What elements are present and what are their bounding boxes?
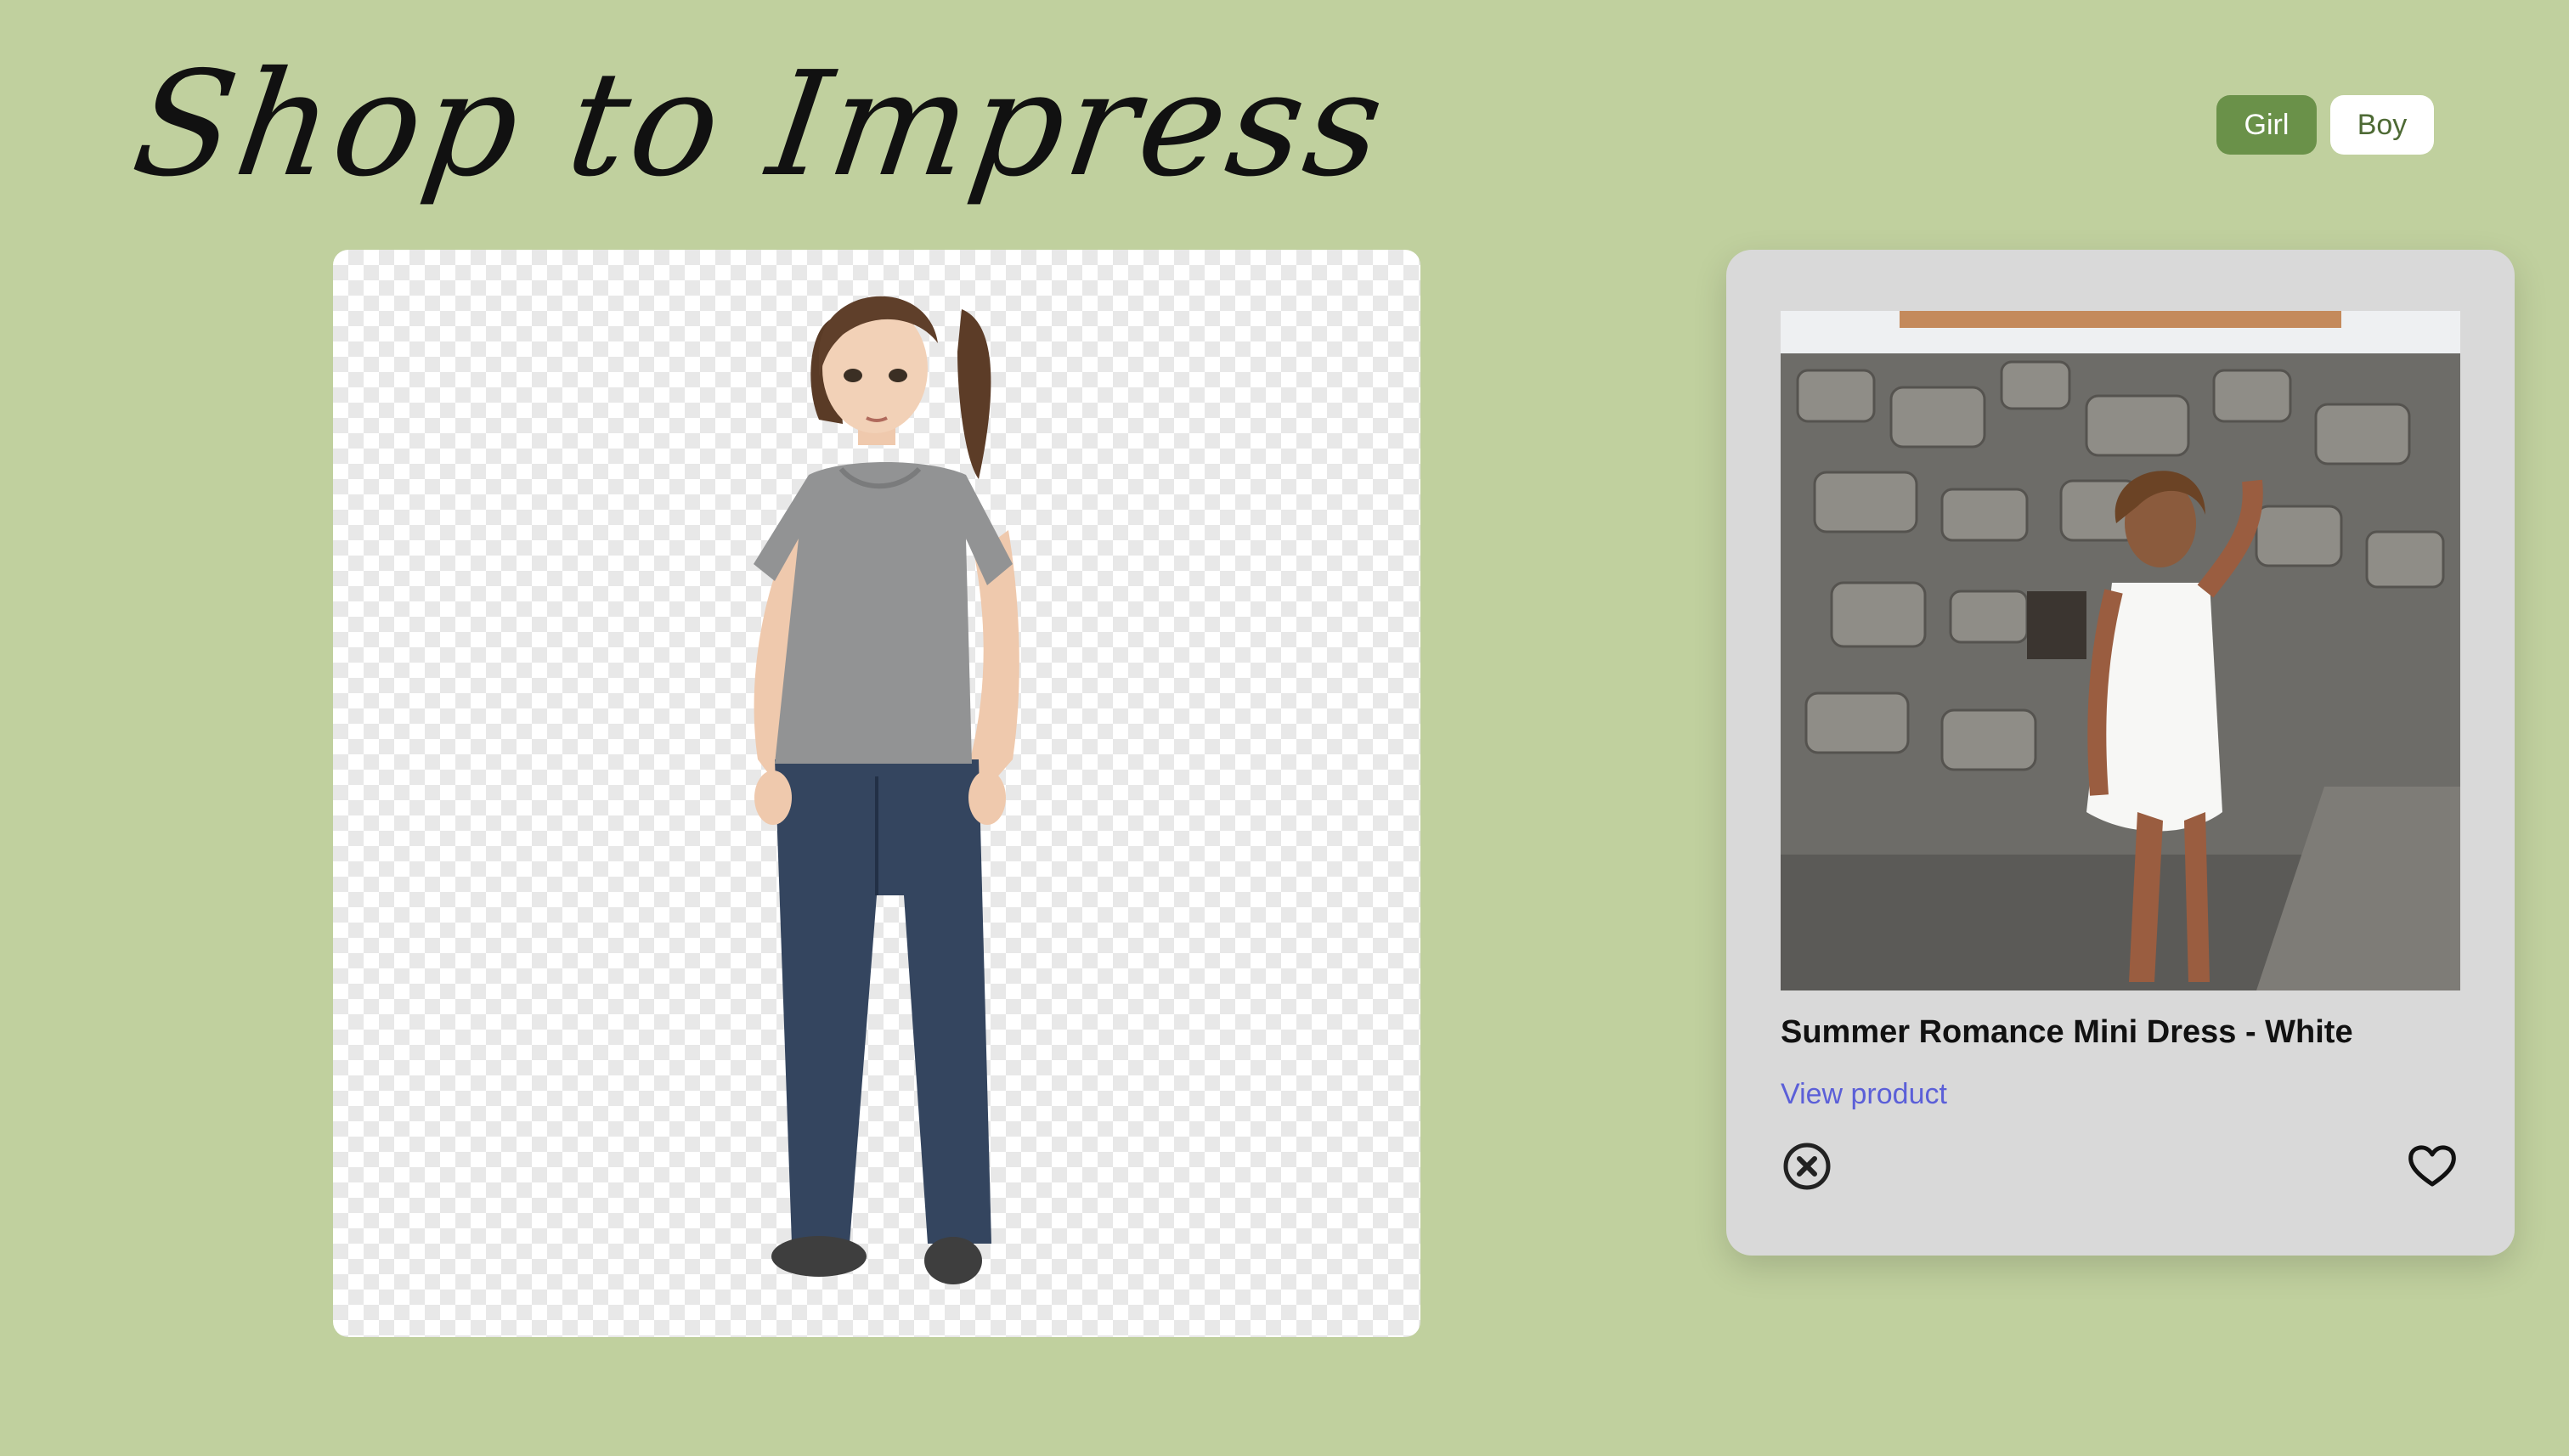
product-name: Summer Romance Mini Dress - White [1781, 1014, 2353, 1050]
heart-icon [2408, 1145, 2456, 1187]
product-card: Summer Romance Mini Dress - White View p… [1726, 250, 2515, 1256]
product-photo [1781, 311, 2460, 990]
page-title: Shop to Impress [124, 41, 1397, 209]
avatar-canvas [333, 250, 1420, 1337]
gender-toggle: Girl Boy [2216, 95, 2434, 155]
girl-toggle-button[interactable]: Girl [2216, 95, 2317, 155]
favorite-button[interactable] [2406, 1140, 2459, 1193]
view-product-link[interactable]: View product [1781, 1078, 1947, 1111]
close-circle-icon [1783, 1143, 1831, 1190]
boy-toggle-button[interactable]: Boy [2330, 95, 2434, 155]
avatar-figure [754, 296, 1019, 1284]
dismiss-button[interactable] [1781, 1140, 1833, 1193]
